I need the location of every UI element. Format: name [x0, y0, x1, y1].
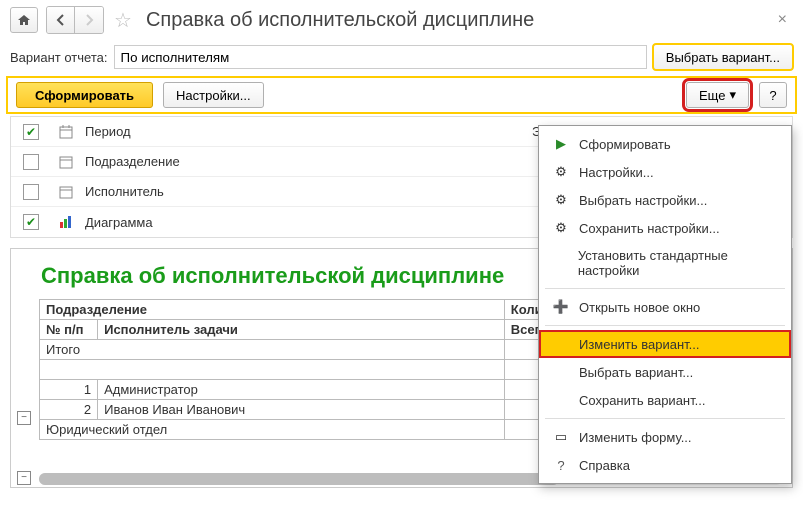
filter-label: Подразделение	[81, 154, 532, 169]
more-button-label: Еще	[699, 88, 725, 103]
filter-label: Период	[81, 124, 532, 139]
settings-button[interactable]: Настройки...	[163, 82, 264, 108]
col-num: № п/п	[40, 320, 98, 340]
chart-icon	[51, 214, 81, 230]
menu-item-save-settings[interactable]: ⚙ Сохранить настройки...	[539, 214, 791, 242]
filter-checkbox[interactable]: ✔	[23, 124, 39, 140]
variant-row: Вариант отчета: Выбрать вариант...	[0, 40, 803, 74]
menu-item-help[interactable]: ? Справка	[539, 451, 791, 479]
calendar-icon	[51, 184, 81, 200]
menu-item-settings[interactable]: ⚙ Настройки...	[539, 158, 791, 186]
menu-separator	[545, 325, 785, 326]
filter-checkbox[interactable]: ✔	[23, 214, 39, 230]
action-row: Сформировать Настройки... Еще ▾ ?	[6, 76, 797, 114]
nav-buttons	[46, 6, 104, 34]
menu-separator	[545, 418, 785, 419]
favorite-icon[interactable]: ☆	[114, 8, 132, 33]
filter-checkbox[interactable]	[23, 154, 39, 170]
home-button[interactable]	[10, 7, 38, 33]
menu-item-generate[interactable]: ▶ Сформировать	[539, 130, 791, 158]
menu-item-change-variant[interactable]: Изменить вариант...	[539, 330, 791, 358]
menu-item-change-form[interactable]: ▭ Изменить форму...	[539, 423, 791, 451]
forward-button[interactable]	[75, 7, 103, 33]
tree-collapse-icon[interactable]: −	[17, 471, 31, 485]
tree-collapse-icon[interactable]: −	[17, 411, 31, 425]
help-icon: ?	[553, 457, 569, 473]
variant-label: Вариант отчета:	[10, 50, 108, 65]
window-plus-icon: ➕	[553, 299, 569, 315]
filter-label: Диаграмма	[81, 215, 532, 230]
calendar-icon	[51, 154, 81, 170]
chevron-down-icon: ▾	[729, 87, 736, 103]
close-button[interactable]: ×	[772, 11, 793, 29]
back-button[interactable]	[47, 7, 75, 33]
filter-checkbox[interactable]	[23, 184, 39, 200]
more-button[interactable]: Еще ▾	[686, 82, 749, 108]
menu-item-select-variant[interactable]: Выбрать вариант...	[539, 358, 791, 386]
form-icon: ▭	[553, 429, 569, 445]
select-variant-button[interactable]: Выбрать вариант...	[653, 44, 793, 70]
filter-label: Исполнитель	[81, 184, 532, 199]
col-department: Подразделение	[40, 300, 505, 320]
menu-item-save-variant[interactable]: Сохранить вариант...	[539, 386, 791, 414]
menu-item-default-settings[interactable]: Установить стандартные настройки	[539, 242, 791, 284]
scrollbar-thumb[interactable]	[39, 473, 559, 485]
gear-open-icon: ⚙	[553, 192, 569, 208]
play-icon: ▶	[553, 136, 569, 152]
gear-save-icon: ⚙	[553, 220, 569, 236]
menu-item-new-window[interactable]: ➕ Открыть новое окно	[539, 293, 791, 321]
menu-separator	[545, 288, 785, 289]
calendar-icon	[51, 124, 81, 140]
top-toolbar: ☆ Справка об исполнительской дисциплине …	[0, 0, 803, 40]
generate-button[interactable]: Сформировать	[16, 82, 153, 108]
more-dropdown: ▶ Сформировать ⚙ Настройки... ⚙ Выбрать …	[538, 125, 792, 484]
col-executor: Исполнитель задачи	[98, 320, 505, 340]
variant-input[interactable]	[114, 45, 647, 69]
gear-icon: ⚙	[553, 164, 569, 180]
help-button[interactable]: ?	[759, 82, 787, 108]
menu-item-select-settings[interactable]: ⚙ Выбрать настройки...	[539, 186, 791, 214]
page-title: Справка об исполнительской дисциплине	[146, 9, 534, 32]
